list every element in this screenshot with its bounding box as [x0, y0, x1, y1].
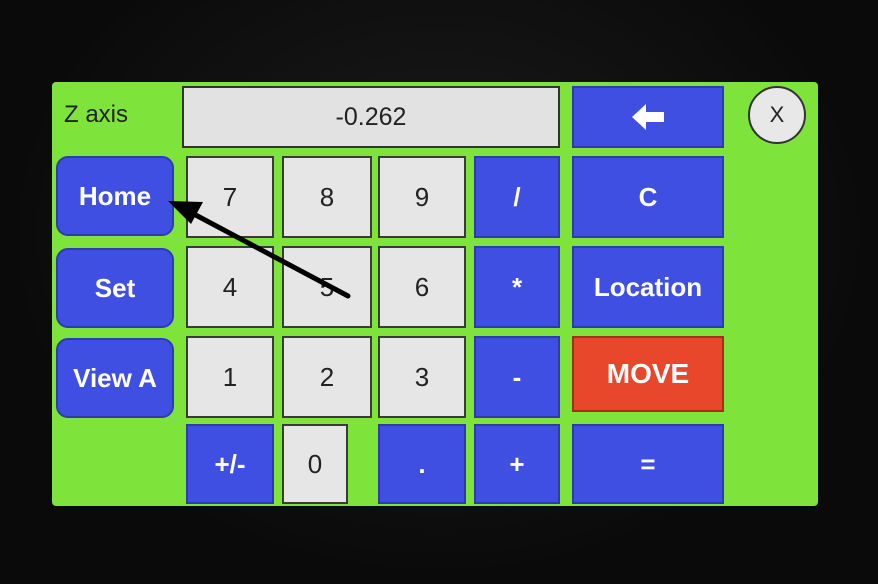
close-button[interactable]: X: [748, 86, 806, 144]
key-2[interactable]: 2: [282, 336, 372, 418]
key-0[interactable]: 0: [282, 424, 348, 504]
key-divide[interactable]: /: [474, 156, 560, 238]
key-minus[interactable]: -: [474, 336, 560, 418]
left-arrow-icon: [628, 102, 668, 132]
key-plus[interactable]: +: [474, 424, 560, 504]
key-3[interactable]: 3: [378, 336, 466, 418]
key-plus-minus[interactable]: +/-: [186, 424, 274, 504]
location-button[interactable]: Location: [572, 246, 724, 328]
key-multiply[interactable]: *: [474, 246, 560, 328]
move-button[interactable]: MOVE: [572, 336, 724, 412]
key-5[interactable]: 5: [282, 246, 372, 328]
set-button[interactable]: Set: [56, 248, 174, 328]
key-6[interactable]: 6: [378, 246, 466, 328]
key-decimal[interactable]: .: [378, 424, 466, 504]
equals-button[interactable]: =: [572, 424, 724, 504]
key-1[interactable]: 1: [186, 336, 274, 418]
axis-label: Z axis: [64, 101, 129, 128]
key-7[interactable]: 7: [186, 156, 274, 238]
home-button[interactable]: Home: [56, 156, 174, 236]
key-4[interactable]: 4: [186, 246, 274, 328]
view-a-button[interactable]: View A: [56, 338, 174, 418]
touch-screen: Z axis -0.262 X Home Set View A 7 8 9 / …: [52, 82, 818, 506]
clear-button[interactable]: C: [572, 156, 724, 238]
backspace-button[interactable]: [572, 86, 724, 148]
key-9[interactable]: 9: [378, 156, 466, 238]
value-display: -0.262: [182, 86, 560, 148]
key-8[interactable]: 8: [282, 156, 372, 238]
